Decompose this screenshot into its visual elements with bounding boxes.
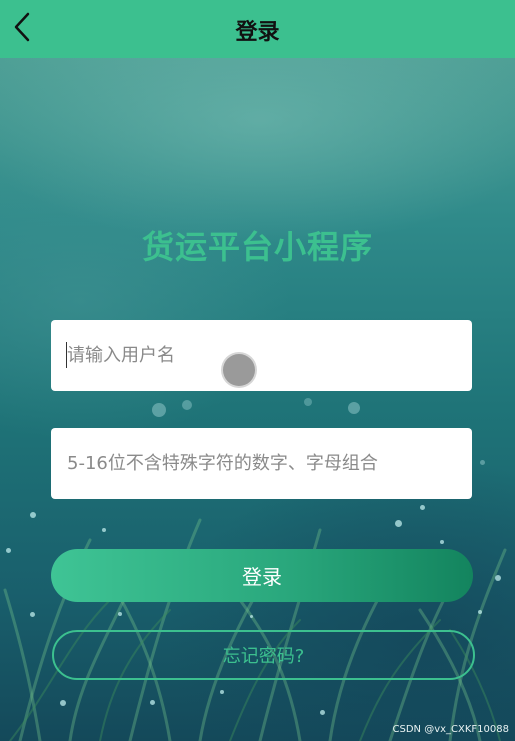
login-button[interactable]: 登录 bbox=[51, 549, 473, 602]
username-field-container bbox=[51, 320, 472, 391]
forgot-password-button[interactable]: 忘记密码? bbox=[52, 630, 475, 680]
top-bar: 登录 bbox=[0, 0, 515, 58]
text-cursor bbox=[66, 342, 67, 368]
password-input[interactable] bbox=[51, 428, 472, 499]
app-title: 货运平台小程序 bbox=[141, 228, 373, 266]
password-field-container bbox=[51, 428, 472, 499]
username-input[interactable] bbox=[51, 320, 472, 391]
touch-indicator bbox=[221, 352, 257, 388]
watermark: CSDN @vx_CXKF10088 bbox=[392, 724, 509, 735]
page-title: 登录 bbox=[235, 20, 280, 45]
